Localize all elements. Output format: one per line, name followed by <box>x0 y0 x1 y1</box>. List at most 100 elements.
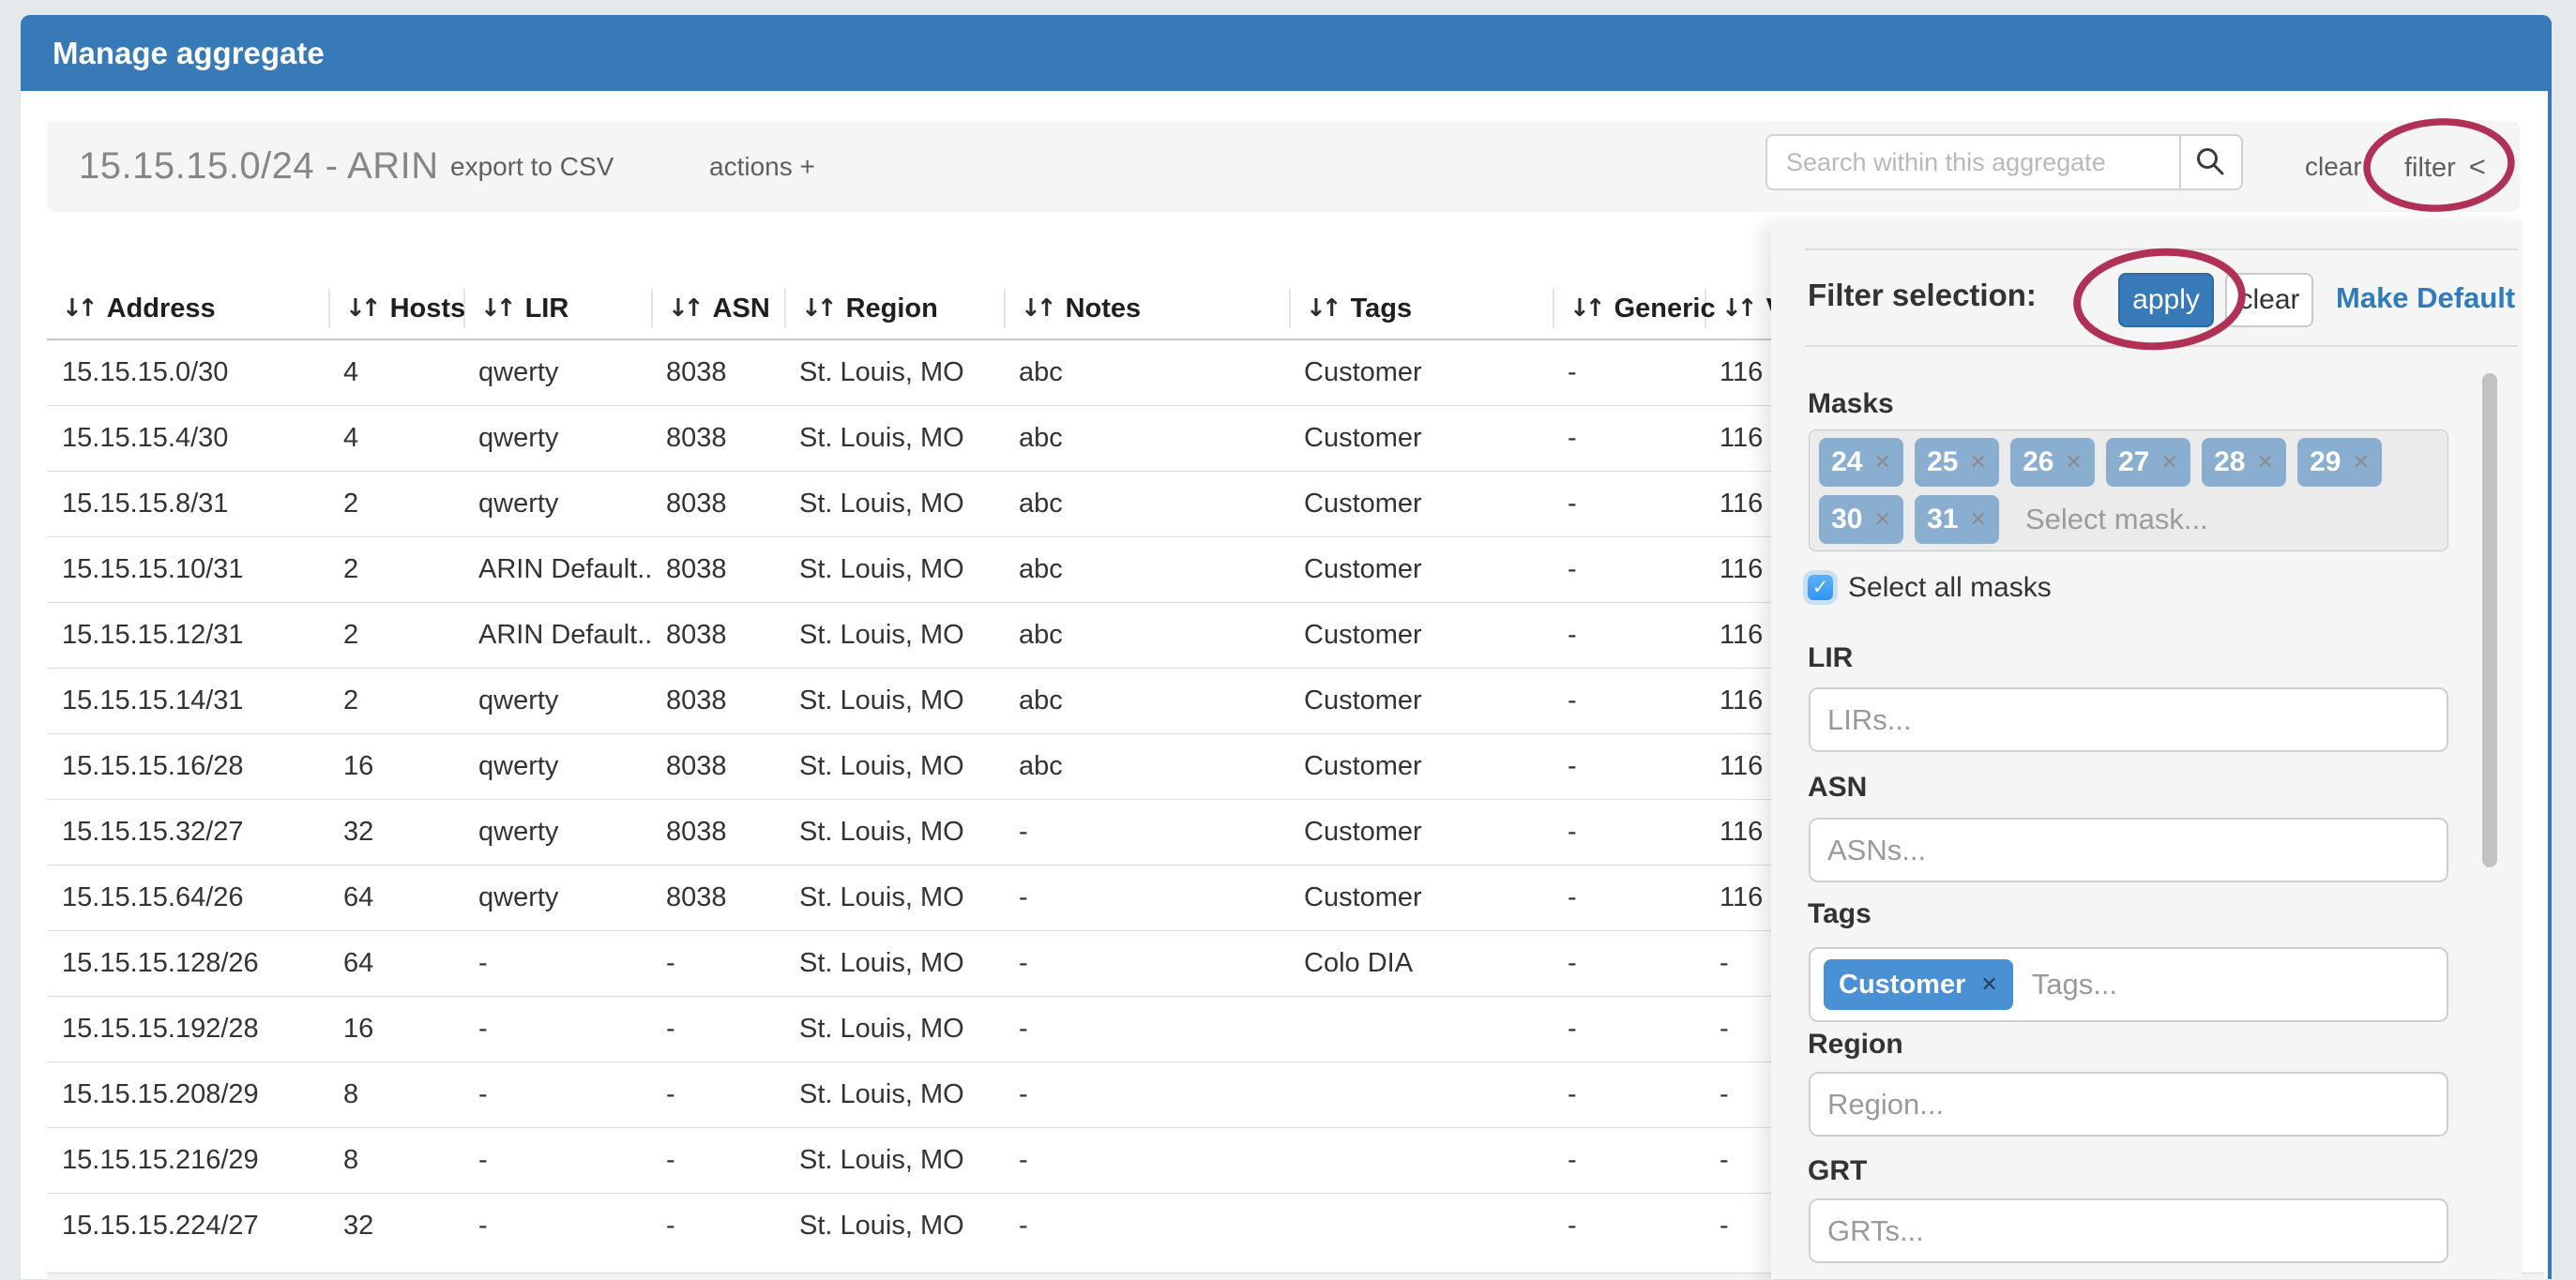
cell-generic: - <box>1553 1194 1705 1259</box>
mask-chip[interactable]: 25✕ <box>1915 438 1999 487</box>
table-row[interactable]: 15.15.15.208/298--St. Louis, MO--- <box>47 1062 1986 1128</box>
cell-region: St. Louis, MO <box>784 406 1004 472</box>
table-row[interactable]: 15.15.15.0/304qwerty8038St. Louis, MOabc… <box>47 339 1986 406</box>
mask-chip[interactable]: 26✕ <box>2010 438 2095 487</box>
sort-icon: ↓↑ <box>1021 294 1053 323</box>
column-header-address[interactable]: ↓↑Address <box>47 279 328 339</box>
table-row[interactable]: 15.15.15.10/312ARIN Default...8038St. Lo… <box>47 537 1986 603</box>
cell-hosts: 16 <box>328 997 463 1062</box>
table-row[interactable]: 15.15.15.4/304qwerty8038St. Louis, MOabc… <box>47 406 1986 472</box>
column-label: Generic <box>1614 294 1716 324</box>
chevron-left-icon: < <box>2469 150 2486 183</box>
mask-chip-label: 24 <box>1831 446 1862 478</box>
cell-generic: - <box>1553 800 1705 866</box>
cell-tags: Colo DIA <box>1289 931 1553 997</box>
panel-scrollbar-thumb[interactable] <box>2482 373 2497 867</box>
cell-generic: - <box>1553 603 1705 669</box>
mask-chip-label: 27 <box>2118 446 2149 478</box>
table-row[interactable]: 15.15.15.128/2664--St. Louis, MO-Colo DI… <box>47 931 1986 997</box>
cell-tags: Customer <box>1289 603 1553 669</box>
column-header-notes[interactable]: ↓↑Notes <box>1004 279 1289 339</box>
cell-tags: Customer <box>1289 472 1553 537</box>
remove-icon[interactable]: ✕ <box>1873 450 1890 474</box>
mask-chip[interactable]: 30✕ <box>1819 495 1903 544</box>
table-row[interactable]: 15.15.15.192/2816--St. Louis, MO--- <box>47 997 1986 1062</box>
tags-multiselect[interactable]: Customer✕ Tags... <box>1809 947 2448 1022</box>
remove-icon[interactable]: ✕ <box>1873 507 1890 532</box>
cell-tags <box>1289 1062 1553 1128</box>
region-input[interactable] <box>1809 1072 2448 1137</box>
make-default-link[interactable]: Make Default <box>2336 281 2515 315</box>
mask-chip[interactable]: 31✕ <box>1915 495 1999 544</box>
column-header-generic[interactable]: ↓↑Generic <box>1553 279 1705 339</box>
table-row[interactable]: 15.15.15.216/298--St. Louis, MO--- <box>47 1128 1986 1194</box>
cell-region: St. Louis, MO <box>784 669 1004 734</box>
cell-asn: 8038 <box>651 800 784 866</box>
search-group <box>1765 134 2243 190</box>
table-row[interactable]: 15.15.15.12/312ARIN Default...8038St. Lo… <box>47 603 1986 669</box>
cell-asn: - <box>651 1128 784 1194</box>
remove-icon[interactable]: ✕ <box>2352 450 2369 474</box>
masks-multiselect[interactable]: 24✕ 25✕ 26✕ 27✕ 28✕ 29✕ 30✕ 31✕ Select m… <box>1809 429 2448 551</box>
panel-divider <box>1805 248 2518 250</box>
cell-notes: abc <box>1004 339 1289 406</box>
cell-region: St. Louis, MO <box>784 734 1004 800</box>
select-all-masks-checkbox[interactable]: ✓ <box>1808 575 1833 600</box>
column-header-tags[interactable]: ↓↑Tags <box>1289 279 1553 339</box>
remove-icon[interactable]: ✕ <box>1969 507 1986 532</box>
search-button[interactable] <box>2179 134 2243 190</box>
cell-region: St. Louis, MO <box>784 800 1004 866</box>
table-row[interactable]: 15.15.15.64/2664qwerty8038St. Louis, MO-… <box>47 866 1986 931</box>
mask-chip[interactable]: 29 ✕ <box>2297 438 2382 487</box>
column-header-lir[interactable]: ↓↑LIR <box>463 279 651 339</box>
sort-icon: ↓↑ <box>1306 294 1338 323</box>
cell-asn: 8038 <box>651 866 784 931</box>
mask-chip[interactable]: 27 ✕ <box>2106 438 2190 487</box>
search-icon <box>2194 145 2228 179</box>
clear-search-link[interactable]: clear <box>2305 121 2362 212</box>
cell-generic: - <box>1553 866 1705 931</box>
cell-hosts: 2 <box>328 472 463 537</box>
cell-region: St. Louis, MO <box>784 866 1004 931</box>
remove-icon[interactable]: ✕ <box>2256 450 2273 474</box>
column-header-hosts[interactable]: ↓↑Hosts <box>328 279 463 339</box>
tag-chip[interactable]: Customer✕ <box>1824 959 2013 1010</box>
remove-icon[interactable]: ✕ <box>2065 450 2082 474</box>
mask-chip[interactable]: 28✕ <box>2202 438 2286 487</box>
cell-asn: 8038 <box>651 472 784 537</box>
remove-icon[interactable]: ✕ <box>2160 450 2177 474</box>
filter-toggle-link[interactable]: filter< <box>2404 121 2486 214</box>
grt-input[interactable] <box>1809 1198 2448 1263</box>
lir-input[interactable] <box>1809 687 2448 752</box>
cell-notes: - <box>1004 1194 1289 1259</box>
masks-label: Masks <box>1808 388 1894 420</box>
cell-address: 15.15.15.208/29 <box>47 1062 328 1128</box>
table-row[interactable]: 15.15.15.224/2732--St. Louis, MO--- <box>47 1194 1986 1259</box>
cell-tags: Customer <box>1289 339 1553 406</box>
select-all-masks-label[interactable]: Select all masks <box>1848 572 2052 604</box>
actions-menu-link[interactable]: actions + <box>709 121 815 212</box>
column-label: LIR <box>525 294 569 324</box>
cell-hosts: 4 <box>328 406 463 472</box>
mask-chip[interactable]: 24 ✕ <box>1819 438 1903 487</box>
cell-generic: - <box>1553 669 1705 734</box>
cell-generic: - <box>1553 339 1705 406</box>
apply-button[interactable]: apply <box>2118 273 2214 327</box>
export-csv-link[interactable]: export to CSV <box>450 121 614 212</box>
remove-icon[interactable]: ✕ <box>1969 450 1986 474</box>
column-header-region[interactable]: ↓↑Region <box>784 279 1004 339</box>
asn-input[interactable] <box>1809 818 2448 882</box>
column-header-asn[interactable]: ↓↑ASN <box>651 279 784 339</box>
cell-lir: qwerty <box>463 339 651 406</box>
cell-tags: Customer <box>1289 800 1553 866</box>
clear-filters-button[interactable]: clear <box>2225 273 2313 327</box>
table-row[interactable]: 15.15.15.14/312qwerty8038St. Louis, MOab… <box>47 669 1986 734</box>
cell-region: St. Louis, MO <box>784 1062 1004 1128</box>
remove-icon[interactable]: ✕ <box>1980 972 1997 997</box>
cell-region: St. Louis, MO <box>784 997 1004 1062</box>
mask-chip-label: 29 <box>2310 446 2341 478</box>
table-row[interactable]: 15.15.15.16/2816qwerty8038St. Louis, MOa… <box>47 734 1986 800</box>
table-row[interactable]: 15.15.15.32/2732qwerty8038St. Louis, MO-… <box>47 800 1986 866</box>
table-row[interactable]: 15.15.15.8/312qwerty8038St. Louis, MOabc… <box>47 472 1986 537</box>
search-input[interactable] <box>1765 134 2179 190</box>
